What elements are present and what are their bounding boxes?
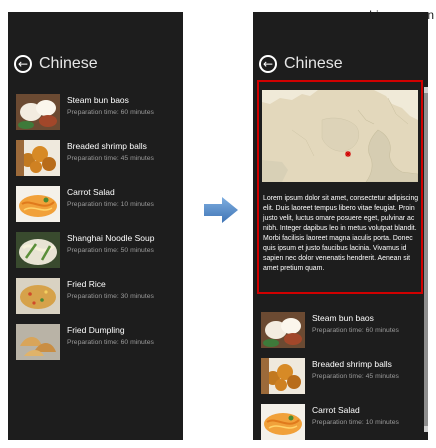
- recipe-list-item[interactable]: Shanghai Noodle Soup Preparation time: 50…: [16, 232, 181, 278]
- recipe-name: Steam bun baos: [67, 95, 129, 105]
- recipe-name: Breaded shrimp balls: [312, 359, 392, 369]
- map-marker-icon: [345, 151, 351, 157]
- preparation-time: Preparation time: 10 minutes: [67, 201, 154, 208]
- shrimp-balls-thumbnail: [16, 140, 60, 176]
- recipe-text: Fried Dumpling Preparation time: 60 minut…: [67, 324, 154, 346]
- recipe-detail-panel: Lorem ipsum dolor sit amet, consectetur …: [257, 80, 423, 294]
- recipe-text: Breaded shrimp balls Preparation time: 45…: [312, 358, 399, 380]
- recipe-list-item[interactable]: Breaded shrimp balls Preparation time: 45…: [261, 358, 426, 404]
- preparation-time: Preparation time: 60 minutes: [67, 109, 154, 116]
- preparation-time: Preparation time: 30 minutes: [67, 293, 154, 300]
- page-header: ← Chinese: [259, 53, 343, 75]
- recipe-list-item[interactable]: Steam bun baos Preparation time: 60 minut…: [16, 94, 181, 140]
- recipe-list-item[interactable]: Fried Dumpling Preparation time: 60 minut…: [16, 324, 181, 370]
- preparation-time: Preparation time: 60 minutes: [312, 327, 399, 334]
- page-header: ← Chinese: [14, 53, 98, 75]
- recipe-text: Shanghai Noodle Soup Preparation time: 50…: [67, 232, 154, 254]
- preparation-time: Preparation time: 60 minutes: [67, 339, 154, 346]
- page-title: Chinese: [284, 55, 343, 72]
- recipe-text: Breaded shrimp balls Preparation time: 45…: [67, 140, 154, 162]
- recipe-name: Fried Rice: [67, 279, 106, 289]
- preparation-time: Preparation time: 45 minutes: [67, 155, 154, 162]
- scroll-up-icon[interactable]: [424, 87, 428, 93]
- back-arrow-icon[interactable]: ←: [259, 55, 277, 73]
- fried-rice-thumbnail: [16, 278, 60, 314]
- recipe-list-item[interactable]: Fried Rice Preparation time: 30 minutes: [16, 278, 181, 324]
- recipe-list-item[interactable]: Breaded shrimp balls Preparation time: 45…: [16, 140, 181, 186]
- recipe-list-item[interactable]: Carrot Salad Preparation time: 10 minutes: [261, 404, 426, 440]
- steamed-buns-thumbnail: [16, 94, 60, 130]
- preparation-time: Preparation time: 50 minutes: [67, 247, 154, 254]
- recipe-text: Fried Rice Preparation time: 30 minutes: [67, 278, 154, 300]
- transition-arrow-icon: [203, 196, 239, 229]
- recipe-list-item[interactable]: Steam bun baos Preparation time: 60 minut…: [261, 312, 426, 358]
- steamed-buns-thumbnail: [261, 312, 305, 348]
- recipe-text: Carrot Salad Preparation time: 10 minutes: [312, 404, 399, 426]
- scroll-down-icon[interactable]: [424, 426, 428, 432]
- carrot-salad-thumbnail: [261, 404, 305, 440]
- recipe-text: Carrot Salad Preparation time: 10 minutes: [67, 186, 154, 208]
- recipe-list: Steam bun baos Preparation time: 60 minut…: [16, 94, 181, 370]
- noodle-soup-thumbnail: [16, 232, 60, 268]
- recipe-name: Fried Dumpling: [67, 325, 125, 335]
- recipe-description: Lorem ipsum dolor sit amet, consectetur …: [263, 195, 419, 272]
- back-arrow-icon[interactable]: ←: [14, 55, 32, 73]
- shrimp-balls-thumbnail: [261, 358, 305, 394]
- recipe-name: Carrot Salad: [67, 187, 115, 197]
- left-screen: ← Chinese Steam bun baos Preparation time…: [8, 12, 183, 440]
- recipe-text: Steam bun baos Preparation time: 60 minut…: [67, 94, 154, 116]
- recipe-name: Steam bun baos: [312, 313, 374, 323]
- recipe-list-item[interactable]: Carrot Salad Preparation time: 10 minutes: [16, 186, 181, 232]
- map-image[interactable]: [262, 90, 418, 182]
- carrot-salad-thumbnail: [16, 186, 60, 222]
- preparation-time: Preparation time: 45 minutes: [312, 373, 399, 380]
- recipe-name: Breaded shrimp balls: [67, 141, 147, 151]
- recipe-text: Steam bun baos Preparation time: 60 minut…: [312, 312, 399, 334]
- recipe-name: Shanghai Noodle Soup: [67, 233, 155, 243]
- right-screen: ← Chinese Lorem ipsum dolor sit amet, co…: [253, 12, 428, 440]
- scrollbar[interactable]: [424, 87, 428, 432]
- preparation-time: Preparation time: 10 minutes: [312, 419, 399, 426]
- page-title: Chinese: [39, 55, 98, 72]
- recipe-name: Carrot Salad: [312, 405, 360, 415]
- dumplings-thumbnail: [16, 324, 60, 360]
- recipe-list: Steam bun baos Preparation time: 60 minut…: [261, 312, 426, 440]
